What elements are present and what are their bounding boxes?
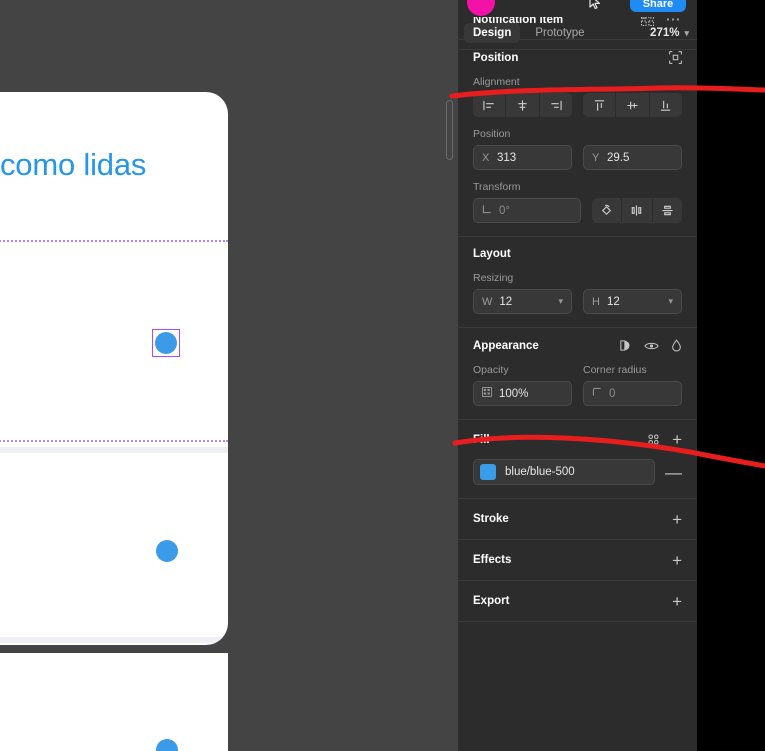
appearance-section: Appearance Opacity Corner radius 100% 0	[458, 328, 697, 420]
opacity-label: Opacity	[473, 364, 509, 376]
fill-item-row: blue/blue-500 —	[473, 459, 682, 485]
layout-section: Layout Resizing W 12 ▾ H 12 ▾	[458, 237, 697, 328]
zoom-level: 271%	[650, 27, 680, 39]
corner-radius-value: 0	[609, 387, 616, 400]
constraints-icon[interactable]	[669, 51, 682, 64]
list-separator-1	[0, 447, 228, 453]
stroke-title: Stroke	[473, 513, 509, 525]
blend-mode-icon[interactable]	[619, 339, 632, 352]
fill-style-name: blue/blue-500	[505, 466, 575, 478]
align-top-icon[interactable]	[583, 93, 617, 117]
position-x-input[interactable]: X 313	[473, 145, 572, 170]
rotation-input[interactable]: 0°	[473, 198, 581, 223]
position-y-input[interactable]: Y 29.5	[583, 145, 682, 170]
fill-style-chip[interactable]: blue/blue-500	[473, 459, 655, 485]
layout-title: Layout	[473, 248, 511, 260]
notification-dot-2[interactable]	[156, 540, 178, 562]
fill-color-swatch[interactable]	[480, 464, 496, 480]
layout-guide-bottom	[0, 440, 228, 442]
chevron-down-icon: ▾	[684, 27, 689, 38]
notification-dot-3[interactable]	[156, 739, 178, 751]
chevron-down-icon[interactable]: ▾	[668, 296, 673, 307]
tab-design[interactable]: Design	[464, 23, 521, 43]
add-fill-button[interactable]: +	[672, 431, 682, 448]
user-avatar[interactable]	[467, 0, 495, 16]
flip-vertical-icon[interactable]	[653, 198, 682, 222]
w-prefix: W	[482, 295, 493, 308]
appearance-title: Appearance	[473, 339, 539, 352]
align-horizontal-center-icon[interactable]	[506, 93, 540, 117]
remove-fill-button[interactable]: —	[665, 464, 682, 481]
chevron-down-icon[interactable]: ▾	[558, 296, 563, 307]
align-left-icon[interactable]	[473, 93, 507, 117]
blur-drop-icon[interactable]	[671, 339, 682, 352]
fill-styles-icon[interactable]	[647, 433, 660, 446]
opacity-input[interactable]: 100%	[473, 381, 572, 406]
corner-radius-label: Corner radius	[583, 364, 647, 376]
add-stroke-button[interactable]: +	[672, 511, 682, 528]
width-input[interactable]: W 12 ▾	[473, 289, 572, 314]
align-vertical-center-icon[interactable]	[616, 93, 650, 117]
effects-section: Effects +	[458, 540, 697, 581]
rotate-icon[interactable]	[592, 198, 623, 222]
w-value: 12	[499, 295, 513, 308]
design-canvas[interactable]: como lidas	[0, 0, 458, 751]
resizing-label: Resizing	[473, 272, 514, 284]
align-vertical-group	[583, 93, 682, 117]
add-effect-button[interactable]: +	[672, 552, 682, 569]
position-section: Position Alignment Position X 313 Y 29.5…	[458, 40, 697, 237]
flip-horizontal-icon[interactable]	[622, 198, 653, 222]
position-title: Position	[473, 51, 519, 64]
export-title: Export	[473, 595, 510, 607]
alignment-label: Alignment	[473, 76, 520, 88]
notification-frame-next[interactable]	[0, 653, 228, 751]
notification-frame[interactable]: como lidas	[0, 92, 228, 645]
zoom-control[interactable]: 271% ▾	[650, 27, 689, 39]
align-right-icon[interactable]	[540, 93, 572, 117]
headline-text: como lidas	[0, 147, 147, 182]
frame-gap	[0, 0, 288, 8]
toolbar: Share	[458, 0, 697, 17]
h-prefix: H	[592, 295, 600, 308]
panel-tabs: Design Prototype 271% ▾	[458, 17, 697, 50]
h-value: 12	[607, 295, 620, 308]
height-input[interactable]: H 12 ▾	[583, 289, 682, 314]
rotation-value: 0°	[499, 204, 510, 217]
share-button[interactable]: Share	[630, 0, 686, 12]
opacity-icon	[482, 387, 492, 400]
add-export-button[interactable]: +	[672, 593, 682, 610]
angle-icon	[482, 204, 492, 217]
fill-section: Fill + blue/blue-500 —	[458, 420, 697, 499]
effects-title: Effects	[473, 554, 512, 566]
transform-label: Transform	[473, 181, 521, 193]
tab-prototype[interactable]: Prototype	[526, 23, 593, 43]
visibility-eye-icon[interactable]	[644, 340, 659, 352]
layout-guide-top	[0, 240, 228, 242]
align-horizontal-group	[473, 93, 572, 117]
y-value: 29.5	[607, 151, 630, 164]
corner-radius-icon	[592, 387, 602, 400]
align-bottom-icon[interactable]	[650, 93, 682, 117]
position-label: Position	[473, 128, 511, 140]
properties-panel: Share Design Prototype 271% ▾ Notificati…	[446, 0, 697, 751]
transform-group	[592, 198, 682, 223]
fill-title: Fill	[473, 433, 490, 446]
selection-bounding-box[interactable]	[152, 329, 180, 357]
x-value: 313	[497, 151, 517, 164]
corner-radius-input[interactable]: 0	[583, 381, 682, 406]
y-prefix: Y	[592, 151, 600, 164]
panel-scrollbar[interactable]	[446, 100, 453, 160]
right-gutter	[697, 0, 765, 751]
export-section: Export +	[458, 581, 697, 622]
opacity-value: 100%	[499, 387, 529, 400]
cursor-icon[interactable]	[588, 0, 602, 10]
stroke-section: Stroke +	[458, 499, 697, 540]
figma-window: como lidas Share Design Prototype 271% ▾…	[0, 0, 765, 751]
list-separator-2	[0, 637, 228, 643]
x-prefix: X	[482, 151, 490, 164]
